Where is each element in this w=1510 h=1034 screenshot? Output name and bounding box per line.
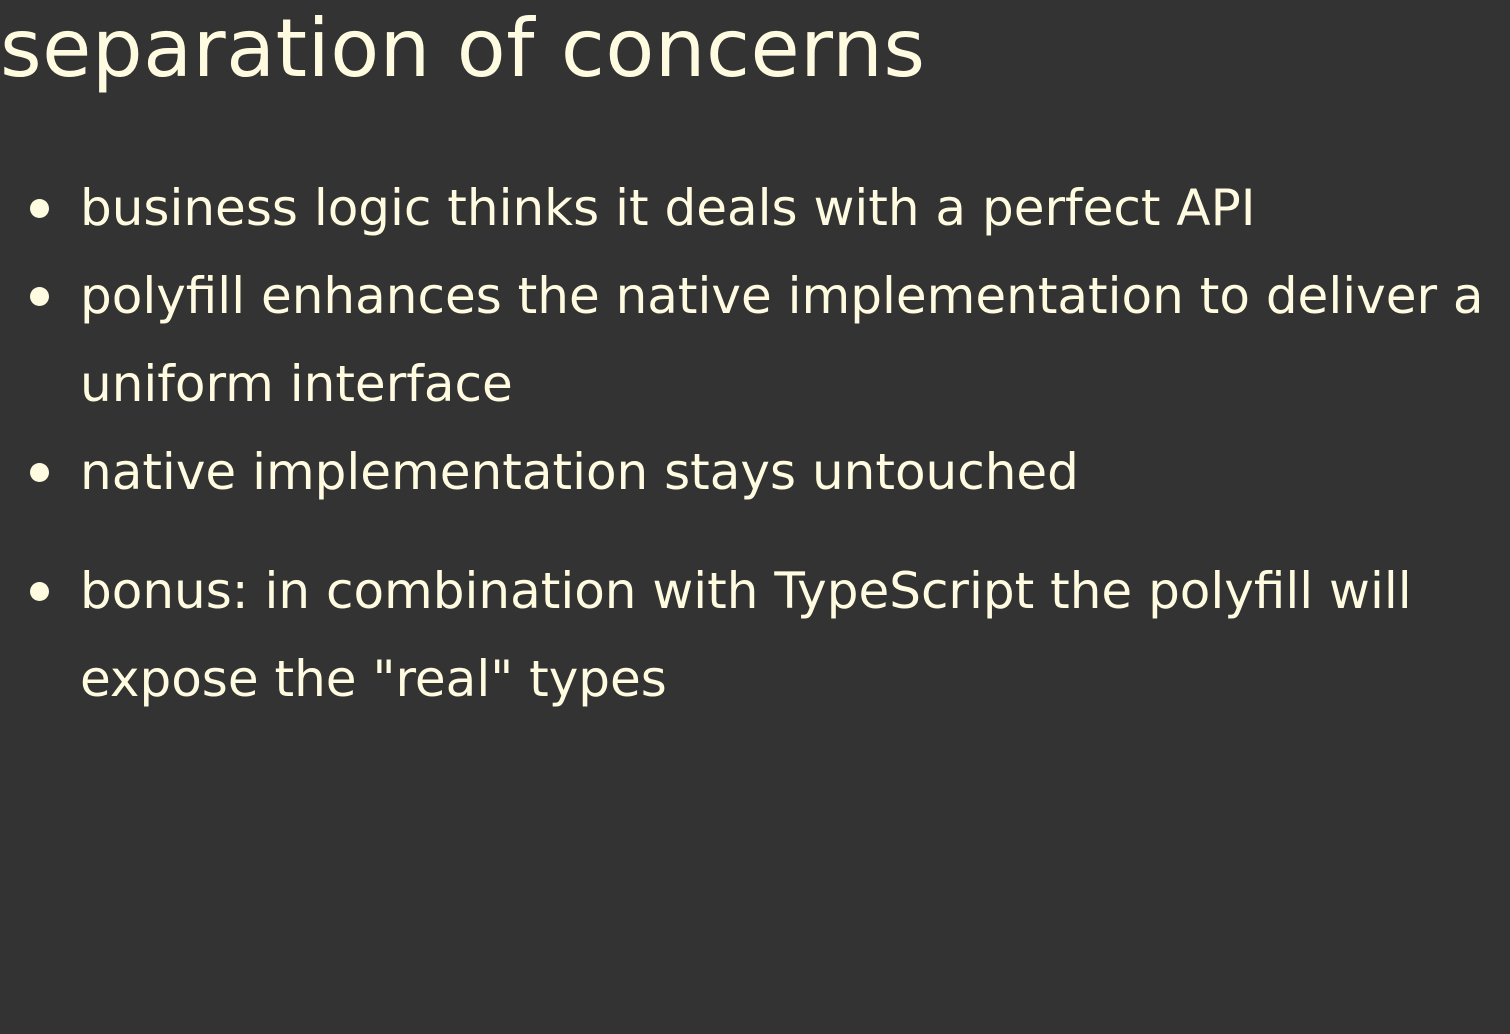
bullet-text: bonus: in combination with TypeScript th…	[80, 562, 1412, 708]
bullet-text: native implementation stays untouched	[80, 443, 1079, 501]
bullet-item-bonus: bonus: in combination with TypeScript th…	[0, 547, 1490, 723]
slide-title: separation of concerns	[0, 2, 926, 95]
bullet-item-native-implementation: native implementation stays untouched	[0, 428, 1490, 516]
bullet-text: polyfill enhances the native implementat…	[80, 267, 1484, 413]
slide: separation of concerns business logic th…	[0, 0, 1510, 1034]
bullet-item-business-logic: business logic thinks it deals with a pe…	[0, 164, 1490, 252]
bullet-icon	[30, 287, 49, 306]
bullet-icon	[30, 582, 49, 601]
bullet-list: business logic thinks it deals with a pe…	[0, 164, 1490, 723]
bullet-text: business logic thinks it deals with a pe…	[80, 179, 1256, 237]
bullet-icon	[30, 199, 49, 218]
bullet-item-polyfill: polyfill enhances the native implementat…	[0, 252, 1490, 428]
bullet-icon	[30, 463, 49, 482]
